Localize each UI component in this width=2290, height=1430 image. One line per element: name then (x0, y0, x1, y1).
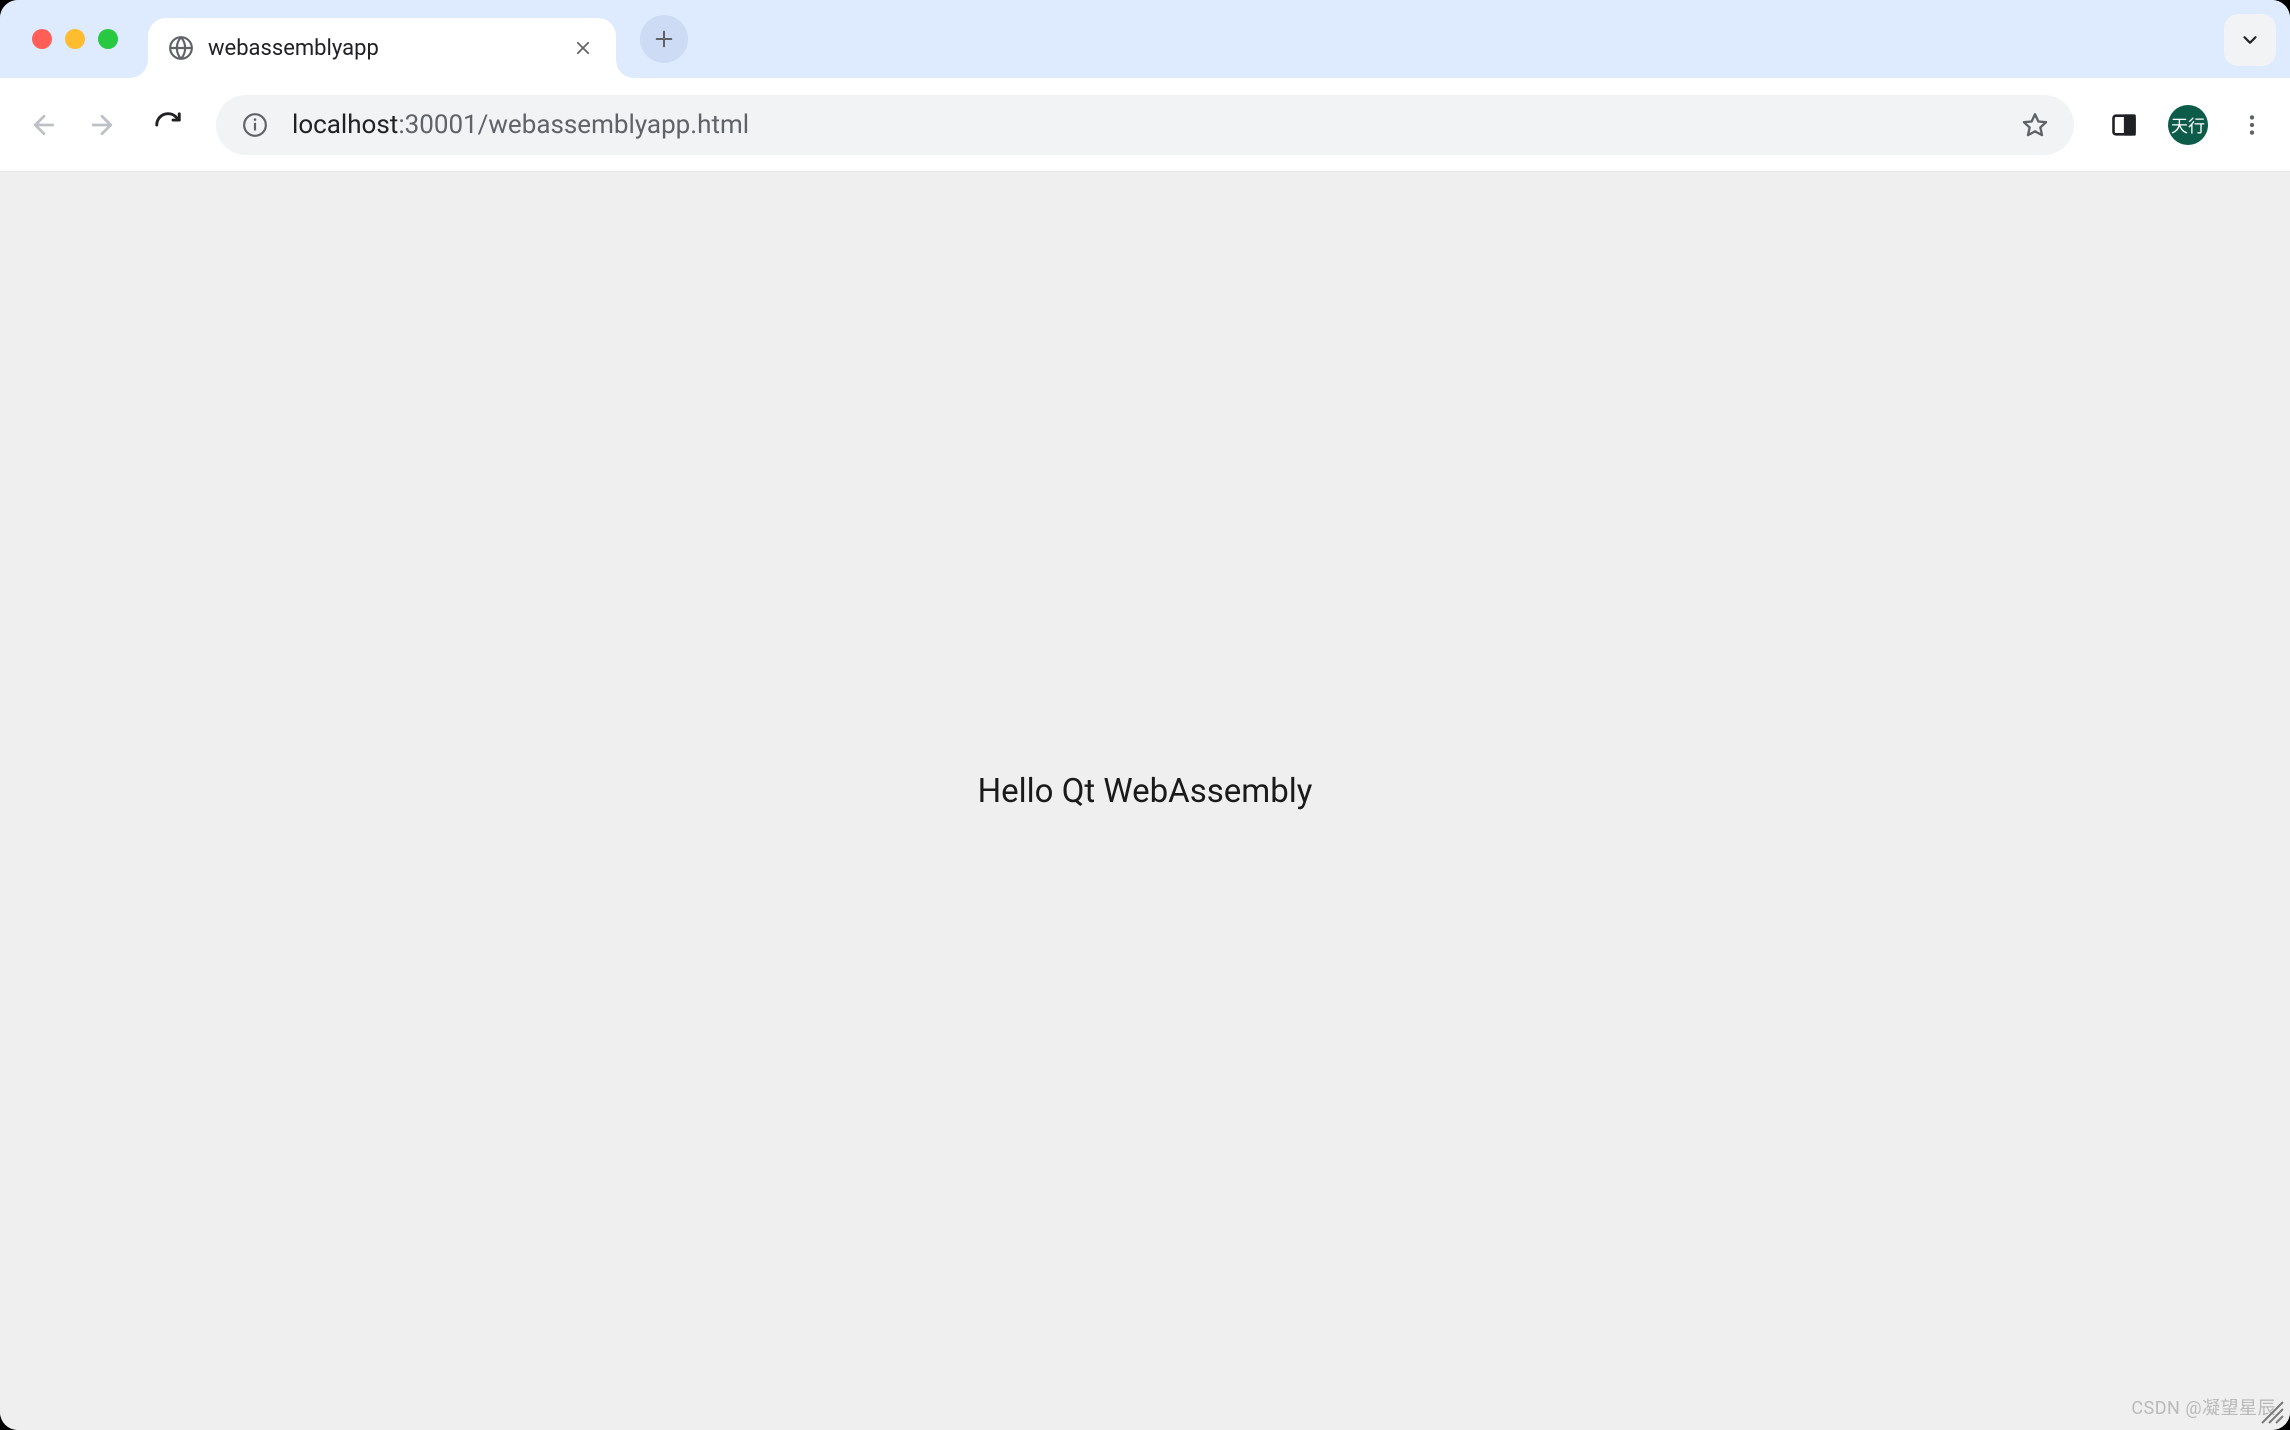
url-path: :30001/webassemblyapp.html (398, 110, 749, 140)
toolbar: localhost:30001/webassemblyapp.html 天行 (0, 78, 2290, 172)
back-button[interactable] (18, 99, 70, 151)
toolbar-right: 天行 (2104, 105, 2272, 145)
search-tabs-button[interactable] (2224, 14, 2276, 66)
tab-strip: webassemblyapp (0, 0, 2290, 78)
url-host: localhost (292, 110, 398, 140)
bookmark-star-icon[interactable] (2020, 110, 2050, 140)
new-tab-button[interactable] (640, 15, 688, 63)
tab-close-button[interactable] (570, 35, 596, 61)
window-controls (32, 29, 118, 49)
window-minimize-button[interactable] (65, 29, 85, 49)
browser-window: webassemblyapp (0, 0, 2290, 1430)
side-panel-icon[interactable] (2104, 105, 2144, 145)
profile-avatar[interactable]: 天行 (2168, 105, 2208, 145)
window-maximize-button[interactable] (98, 29, 118, 49)
page-content: Hello Qt WebAssembly CSDN @凝望星辰 (0, 172, 2290, 1430)
tab-corner (616, 60, 634, 78)
forward-button[interactable] (76, 99, 128, 151)
reload-button[interactable] (142, 99, 194, 151)
tab-corner (130, 60, 148, 78)
hello-text: Hello Qt WebAssembly (978, 772, 1313, 811)
address-bar[interactable]: localhost:30001/webassemblyapp.html (216, 95, 2074, 155)
url-text: localhost:30001/webassemblyapp.html (292, 110, 2020, 140)
window-close-button[interactable] (32, 29, 52, 49)
globe-icon (168, 35, 194, 61)
browser-tab-active[interactable]: webassemblyapp (148, 18, 616, 78)
tab-title: webassemblyapp (208, 36, 570, 61)
watermark-text: CSDN @凝望星辰 (2131, 1394, 2276, 1420)
avatar-label: 天行 (2171, 112, 2205, 137)
resize-grip-icon[interactable] (2256, 1396, 2284, 1424)
site-info-icon[interactable] (240, 110, 270, 140)
chrome-menu-button[interactable] (2232, 105, 2272, 145)
